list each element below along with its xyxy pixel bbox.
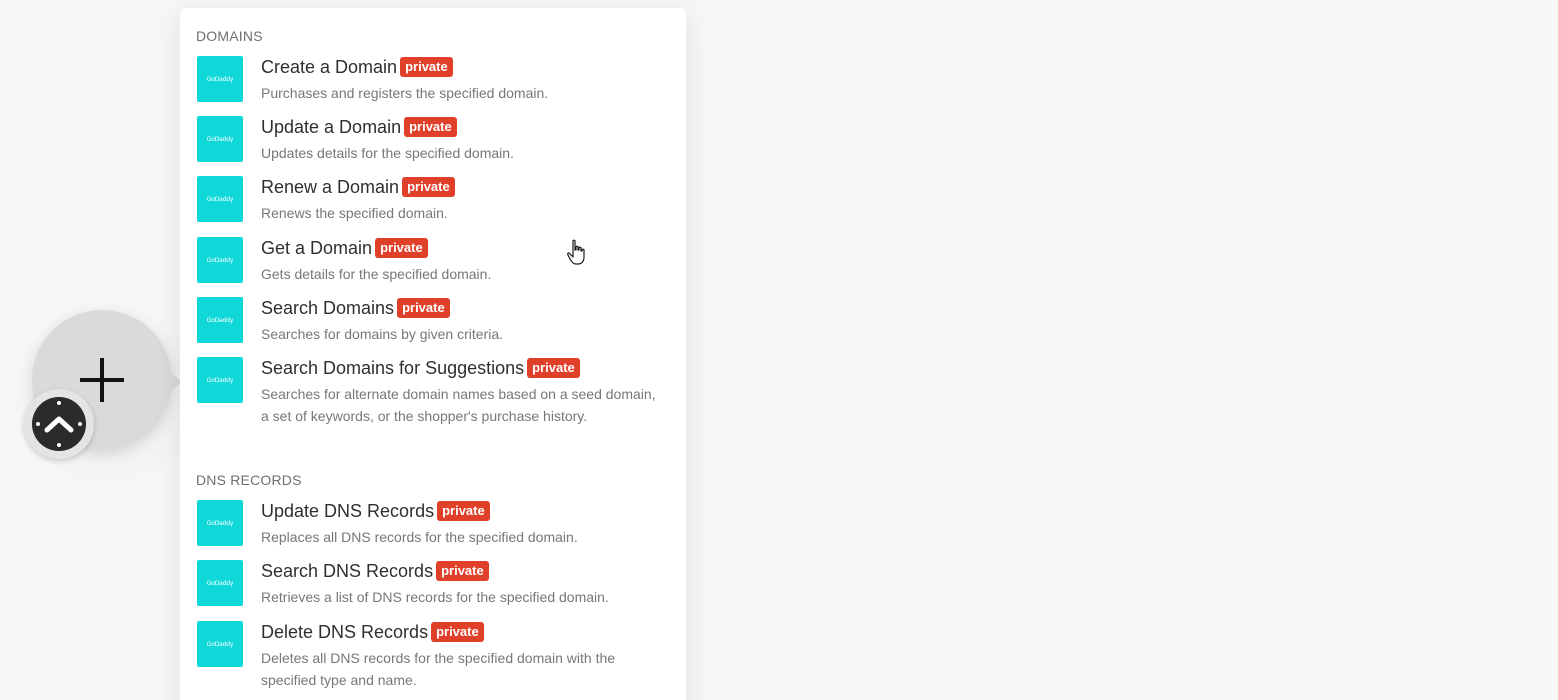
godaddy-logo-text: GoDaddy — [206, 195, 234, 203]
private-badge: private — [400, 57, 453, 77]
private-badge: private — [397, 298, 450, 318]
godaddy-logo-text: GoDaddy — [206, 376, 234, 384]
action-description: Purchases and registers the specified do… — [261, 85, 549, 101]
action-description: Retrieves a list of DNS records for the … — [261, 589, 609, 605]
schedule-trigger-badge[interactable] — [24, 389, 94, 459]
section-title-domains: DOMAINS — [196, 28, 263, 44]
godaddy-logo-icon: GoDaddy — [197, 560, 243, 606]
action-description: Gets details for the specified domain. — [261, 266, 492, 282]
action-title: Renew a Domain — [261, 177, 400, 197]
private-badge: private — [437, 501, 490, 521]
godaddy-logo-text: GoDaddy — [206, 256, 234, 264]
godaddy-logo-icon: GoDaddy — [197, 237, 243, 283]
action-description: Searches for alternate domain names base… — [261, 386, 656, 424]
godaddy-logo-text: GoDaddy — [206, 579, 234, 587]
clock-icon — [32, 397, 86, 451]
godaddy-logo-icon: GoDaddy — [197, 176, 243, 222]
action-title: Create a Domain — [261, 57, 398, 77]
action-title: Search DNS Records — [261, 561, 434, 581]
private-badge: private — [436, 561, 489, 581]
godaddy-logo-icon: GoDaddy — [197, 297, 243, 343]
godaddy-logo-text: GoDaddy — [206, 316, 234, 324]
action-description: Renews the specified domain. — [261, 205, 448, 221]
private-badge: private — [404, 117, 457, 137]
action-title: Update DNS Records — [261, 501, 435, 521]
action-title: Get a Domain — [261, 238, 373, 258]
action-title: Search Domains for Suggestions — [261, 358, 525, 378]
action-description: Replaces all DNS records for the specifi… — [261, 529, 578, 545]
private-badge: private — [527, 358, 580, 378]
section-title-dns-records: DNS RECORDS — [196, 472, 302, 488]
godaddy-logo-icon: GoDaddy — [197, 357, 243, 403]
godaddy-logo-text: GoDaddy — [206, 75, 234, 83]
scenario-canvas: DOMAINS GoDaddy Create a Domain private P… — [0, 0, 1558, 700]
private-badge: private — [431, 622, 484, 642]
private-badge: private — [402, 177, 455, 197]
module-actions-dropdown: DOMAINS GoDaddy Create a Domain private P… — [180, 8, 686, 700]
godaddy-logo-icon: GoDaddy — [197, 56, 243, 102]
hand-pointer-cursor-icon — [567, 239, 585, 265]
action-title: Update a Domain — [261, 117, 402, 137]
godaddy-logo-icon: GoDaddy — [197, 116, 243, 162]
godaddy-logo-icon: GoDaddy — [197, 621, 243, 667]
action-title: Search Domains — [261, 298, 395, 318]
action-description: Searches for domains by given criteria. — [261, 326, 503, 342]
godaddy-logo-icon: GoDaddy — [197, 500, 243, 546]
action-description: Deletes all DNS records for the specifie… — [261, 650, 616, 688]
godaddy-logo-text: GoDaddy — [206, 135, 234, 143]
godaddy-logo-text: GoDaddy — [206, 640, 234, 648]
action-title: Delete DNS Records — [261, 622, 429, 642]
godaddy-logo-text: GoDaddy — [206, 519, 234, 527]
action-description: Updates details for the specified domain… — [261, 145, 514, 161]
private-badge: private — [375, 238, 428, 258]
